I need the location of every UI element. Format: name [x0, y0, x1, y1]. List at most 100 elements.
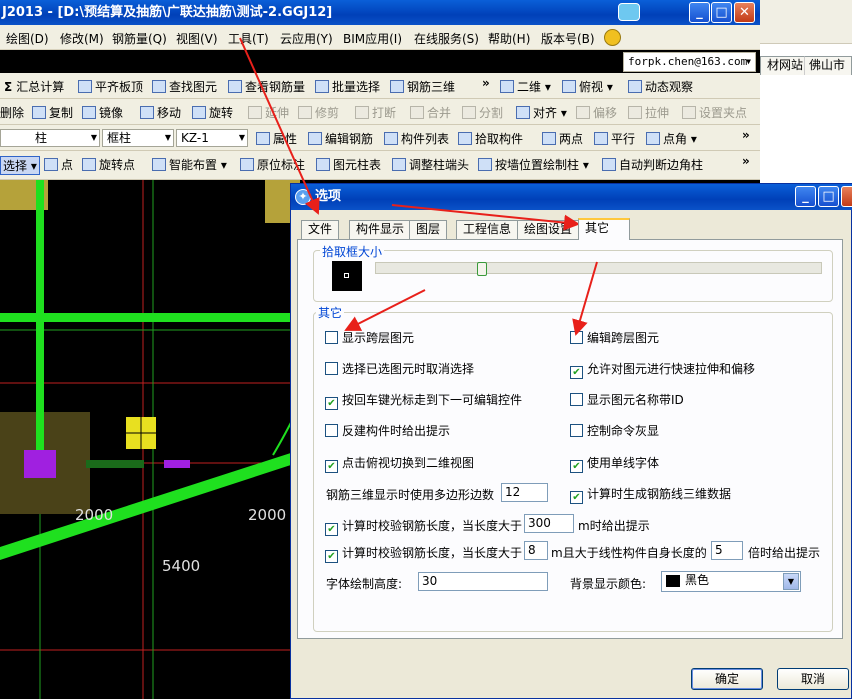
offset-button[interactable]: 偏移: [576, 104, 617, 121]
menu-cloud[interactable]: 云应用(Y): [280, 30, 333, 47]
check-length-ratio-checkbox[interactable]: ✔ 计算时校验钢筋长度，当长度大于: [325, 544, 522, 563]
copy-button[interactable]: 复制: [32, 104, 73, 121]
account-dropdown[interactable]: forpk.chen@163.com ▼: [623, 52, 756, 72]
show-name-with-id-checkbox[interactable]: 显示图元名称带ID: [570, 391, 684, 408]
tab-project-info[interactable]: 工程信息: [456, 220, 519, 239]
tab-file[interactable]: 文件: [301, 220, 340, 239]
column-table-button[interactable]: 图元柱表: [316, 156, 381, 173]
length-ratio-input[interactable]: 5: [711, 541, 743, 560]
edit-cross-layer-checkbox[interactable]: 编辑跨层图元: [570, 329, 659, 346]
slider-thumb[interactable]: [477, 262, 487, 276]
quick-stretch-offset-checkbox[interactable]: ✔ 允许对图元进行快速拉伸和偏移: [570, 360, 755, 379]
gen-rebar-3d-checkbox[interactable]: ✔ 计算时生成钢筋线三维数据: [570, 485, 731, 504]
floor-type-select[interactable]: 柱 ▼: [0, 129, 100, 147]
align-slab-top-button[interactable]: 平齐板顶: [78, 78, 143, 95]
smiley-icon[interactable]: [604, 29, 621, 46]
menu-draw[interactable]: 绘图(D): [6, 30, 49, 47]
in-situ-annotation-button[interactable]: 原位标注: [240, 156, 305, 173]
break-button[interactable]: 打断: [355, 104, 396, 121]
top-view-dropdown[interactable]: 俯视 ▾: [562, 78, 613, 95]
topview-to-2d-checkbox[interactable]: ✔ 点击俯视切换到二维视图: [325, 454, 474, 473]
maximize-button[interactable]: □: [711, 2, 732, 23]
checkbox[interactable]: ✔: [325, 397, 338, 410]
summary-calc-button[interactable]: Σ 汇总计算: [4, 78, 64, 95]
mirror-button[interactable]: 镜像: [82, 104, 123, 121]
edit-rebar-button[interactable]: 编辑钢筋: [308, 130, 373, 147]
pick-box-slider[interactable]: [375, 262, 822, 276]
tab-drawing-settings[interactable]: 绘图设置: [517, 220, 580, 239]
check-length-warning-checkbox[interactable]: ✔ 计算时校验钢筋长度，当长度大于: [325, 517, 522, 536]
set-grip-button[interactable]: 设置夹点: [682, 104, 747, 121]
cancel-button[interactable]: 取消: [777, 668, 849, 690]
menu-bim[interactable]: BIM应用(I): [343, 30, 402, 47]
menu-tools[interactable]: 工具(T): [228, 30, 269, 47]
toolbar-overflow-chevron[interactable]: »: [742, 128, 750, 142]
chevron-down-icon[interactable]: ▼: [783, 573, 799, 590]
dynamic-orbit-button[interactable]: 动态观察: [628, 78, 693, 95]
checkbox[interactable]: ✔: [325, 550, 338, 563]
checkbox[interactable]: [570, 393, 583, 406]
split-button[interactable]: 分割: [462, 104, 503, 121]
checkbox[interactable]: [570, 424, 583, 437]
menu-online-service[interactable]: 在线服务(S): [414, 30, 479, 47]
component-list-button[interactable]: 构件列表: [384, 130, 449, 147]
beam-element[interactable]: [86, 460, 144, 468]
trim-button[interactable]: 修剪: [298, 104, 339, 121]
menu-view[interactable]: 视图(V): [176, 30, 218, 47]
adjust-column-end-button[interactable]: 调整柱端头: [392, 156, 469, 173]
find-element-button[interactable]: 查找图元: [152, 78, 217, 95]
bookmark-item[interactable]: 材网站: [760, 56, 811, 75]
batch-select-button[interactable]: 批量选择: [315, 78, 380, 95]
view-2d-dropdown[interactable]: 二维 ▾: [500, 78, 551, 95]
auto-corner-column-button[interactable]: 自动判断边角柱: [602, 156, 703, 173]
checkbox[interactable]: ✔: [570, 366, 583, 379]
cad-drawing-canvas[interactable]: 2000 2000 5400: [0, 180, 300, 699]
merge-button[interactable]: 合并: [410, 104, 451, 121]
point-button[interactable]: 点: [44, 156, 73, 173]
menu-rebar-quantity[interactable]: 钢筋量(Q): [112, 30, 167, 47]
enter-next-control-checkbox[interactable]: ✔ 按回车键光标走到下一可编辑控件: [325, 391, 522, 410]
deselect-on-reselect-checkbox[interactable]: 选择已选图元时取消选择: [325, 360, 474, 377]
ok-button[interactable]: 确定: [691, 668, 763, 690]
checkbox[interactable]: ✔: [325, 523, 338, 536]
tab-layer[interactable]: 图层: [409, 220, 448, 239]
toolbar-overflow-chevron[interactable]: »: [482, 76, 490, 90]
dialog-maximize-button[interactable]: □: [818, 186, 839, 207]
beam-element[interactable]: [0, 313, 300, 322]
length-limit-input[interactable]: 300: [524, 514, 574, 533]
parallel-button[interactable]: 平行: [594, 130, 635, 147]
two-point-button[interactable]: 两点: [542, 130, 583, 147]
polygon-sides-input[interactable]: 12: [501, 483, 548, 502]
minimize-button[interactable]: _: [689, 2, 710, 23]
menu-help[interactable]: 帮助(H): [488, 30, 530, 47]
column-element[interactable]: [24, 450, 56, 478]
checkbox[interactable]: [325, 424, 338, 437]
checkbox[interactable]: ✔: [570, 460, 583, 473]
view-rebar-qty-button[interactable]: 查看钢筋量: [228, 78, 305, 95]
menu-modify[interactable]: 修改(M): [60, 30, 104, 47]
checkbox[interactable]: [570, 331, 583, 344]
point-angle-button[interactable]: 点角 ▾: [646, 130, 697, 147]
toolbar-overflow-chevron[interactable]: »: [742, 154, 750, 168]
font-height-input[interactable]: 30: [418, 572, 548, 591]
checkbox[interactable]: [325, 331, 338, 344]
dialog-minimize-button[interactable]: _: [795, 186, 816, 207]
align-dropdown[interactable]: 对齐 ▾: [516, 104, 567, 121]
move-button[interactable]: 移动: [140, 104, 181, 121]
draw-column-by-wall-dropdown[interactable]: 按墙位置绘制柱 ▾: [478, 156, 589, 173]
component-type-select[interactable]: 框柱 ▼: [102, 129, 174, 147]
bg-color-select[interactable]: 黑色 ▼: [661, 571, 801, 592]
tab-component-display[interactable]: 构件显示: [349, 220, 412, 239]
close-button[interactable]: ✕: [734, 2, 755, 23]
rotate-button[interactable]: 旋转: [192, 104, 233, 121]
extend-button[interactable]: 延伸: [248, 104, 289, 121]
single-line-font-checkbox[interactable]: ✔ 使用单线字体: [570, 454, 659, 473]
checkbox[interactable]: ✔: [325, 460, 338, 473]
rebar-3d-button[interactable]: 钢筋三维: [390, 78, 455, 95]
rotate-point-button[interactable]: 旋转点: [82, 156, 135, 173]
dialog-close-button[interactable]: [841, 186, 852, 207]
column-element[interactable]: [164, 460, 190, 468]
assistant-icon[interactable]: [618, 3, 640, 21]
checkbox[interactable]: ✔: [570, 491, 583, 504]
properties-button[interactable]: 属性: [256, 130, 297, 147]
